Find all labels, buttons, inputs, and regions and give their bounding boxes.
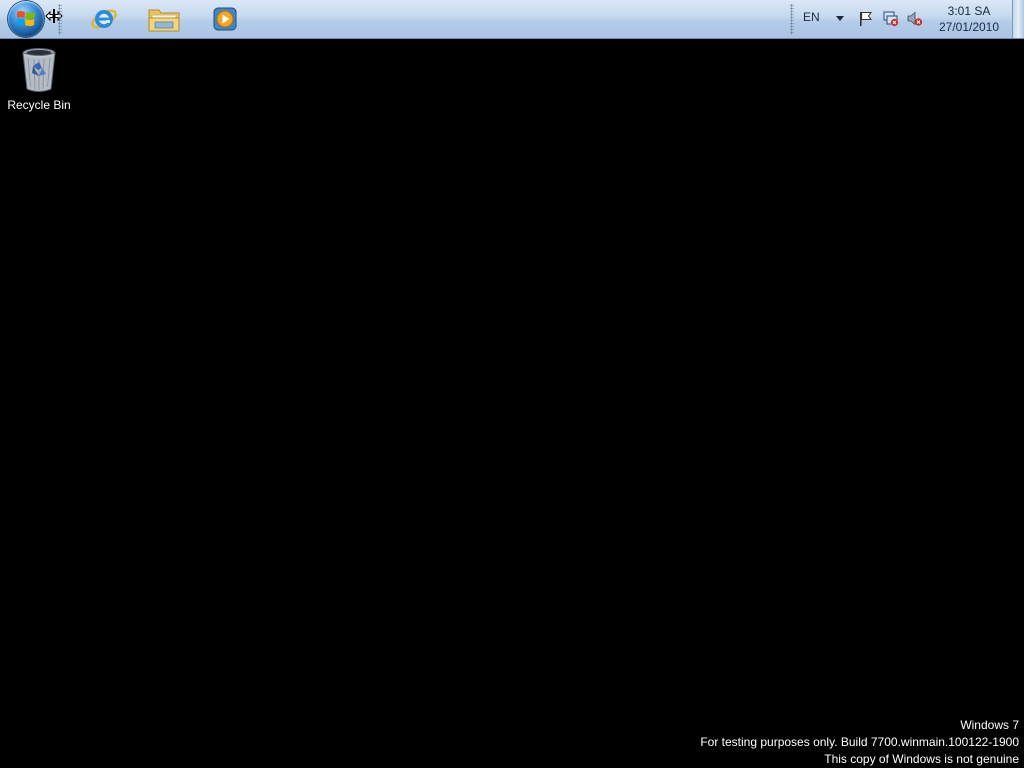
clock-time: 3:01 SA (947, 4, 991, 18)
clock-date: 27/01/2010 (938, 20, 1000, 34)
windows-explorer-button[interactable] (147, 3, 181, 35)
internet-explorer-button[interactable] (87, 3, 121, 35)
watermark-genuine: This copy of Windows is not genuine (824, 752, 1019, 766)
windows-logo-icon (16, 11, 35, 26)
windows-watermark: Windows 7 For testing purposes only. Bui… (700, 717, 1019, 768)
taskbar-gripper[interactable] (58, 4, 62, 35)
media-player-icon (213, 7, 237, 31)
clock[interactable]: 3:01 SA 27/01/2010 (936, 3, 1002, 35)
language-indicator[interactable]: EN (803, 10, 820, 24)
folder-icon (148, 9, 180, 32)
tray-gripper[interactable] (790, 4, 794, 35)
desktop[interactable]: EN 3:01 SA 27/01/2010 Recycle Bin Window… (0, 0, 1024, 768)
watermark-build: For testing purposes only. Build 7700.wi… (700, 735, 1019, 749)
network-disconnected-icon[interactable] (882, 10, 899, 27)
start-button[interactable] (8, 1, 44, 37)
chevron-down-icon[interactable] (835, 14, 845, 22)
action-center-flag-icon[interactable] (857, 10, 874, 27)
show-desktop-button[interactable] (1012, 0, 1024, 38)
volume-muted-icon[interactable] (906, 10, 923, 27)
desktop-icon-label: Recycle Bin (7, 98, 71, 112)
watermark-edition: Windows 7 (960, 718, 1019, 732)
recycle-bin-icon (22, 48, 56, 92)
desktop-icon-recycle-bin[interactable]: Recycle Bin (4, 44, 74, 116)
windows-media-player-button[interactable] (208, 3, 242, 35)
taskbar: EN 3:01 SA 27/01/2010 (0, 0, 1024, 39)
internet-explorer-icon (91, 9, 117, 29)
